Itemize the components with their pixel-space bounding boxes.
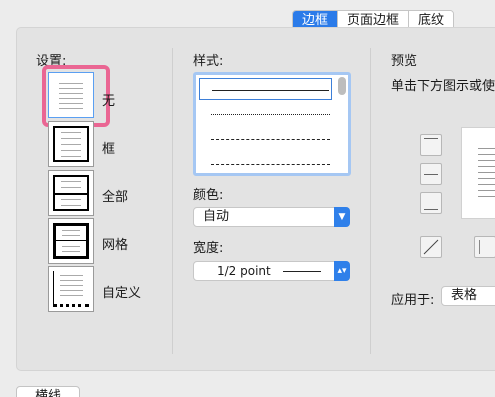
preset-all-label: 全部 bbox=[102, 190, 129, 205]
stepper-icon: ▴▾ bbox=[334, 261, 350, 281]
border-custom-icon bbox=[53, 271, 89, 307]
color-heading: 颜色: bbox=[193, 188, 224, 203]
preview-area bbox=[461, 127, 495, 219]
apply-to-value: 表格 bbox=[451, 288, 478, 303]
color-value: 自动 bbox=[203, 209, 230, 224]
line-style-dashed-fine[interactable] bbox=[199, 128, 332, 150]
bottom-border-button[interactable] bbox=[420, 192, 442, 214]
apply-to-select[interactable]: 表格 bbox=[441, 286, 495, 306]
diagonal-border-button[interactable] bbox=[420, 236, 442, 258]
style-heading: 样式: bbox=[193, 54, 224, 69]
line-style-dashed[interactable] bbox=[199, 153, 332, 175]
column-divider-2 bbox=[370, 48, 371, 354]
border-box-icon bbox=[53, 126, 89, 162]
line-style-dotted[interactable] bbox=[199, 103, 332, 125]
preset-none-label: 无 bbox=[102, 94, 116, 109]
width-select[interactable]: 1/2 point ▴▾ bbox=[193, 261, 350, 281]
chevron-down-icon: ▼ bbox=[334, 207, 350, 227]
left-border-button[interactable] bbox=[474, 236, 495, 258]
border-all-icon bbox=[53, 175, 89, 211]
width-heading: 宽度: bbox=[193, 241, 224, 256]
selection-highlight bbox=[42, 65, 110, 127]
preset-grid-label: 网格 bbox=[102, 238, 129, 253]
line-style-solid[interactable] bbox=[199, 78, 332, 100]
width-value: 1/2 point bbox=[217, 264, 271, 278]
list-scrollbar[interactable] bbox=[338, 77, 346, 95]
preview-heading: 预览 bbox=[391, 54, 418, 69]
preset-custom-label: 自定义 bbox=[102, 286, 142, 301]
apply-to-label: 应用于: bbox=[391, 293, 435, 308]
color-select[interactable]: 自动 ▼ bbox=[193, 207, 350, 227]
preset-box-label: 框 bbox=[102, 142, 116, 157]
horizontal-line-button[interactable]: 横线 bbox=[16, 386, 80, 397]
inside-horizontal-border-button[interactable] bbox=[420, 163, 442, 185]
preset-all[interactable] bbox=[48, 170, 94, 216]
preset-custom[interactable] bbox=[48, 266, 94, 312]
preset-grid[interactable] bbox=[48, 218, 94, 264]
diagonal-line-icon bbox=[423, 239, 439, 255]
border-grid-icon bbox=[53, 223, 89, 259]
preset-box[interactable] bbox=[48, 121, 94, 167]
column-divider bbox=[172, 48, 173, 354]
width-line-sample bbox=[283, 271, 321, 272]
preview-hint: 单击下方图示或使 bbox=[391, 79, 495, 94]
line-style-list[interactable] bbox=[193, 72, 351, 176]
top-border-button[interactable] bbox=[420, 134, 442, 156]
